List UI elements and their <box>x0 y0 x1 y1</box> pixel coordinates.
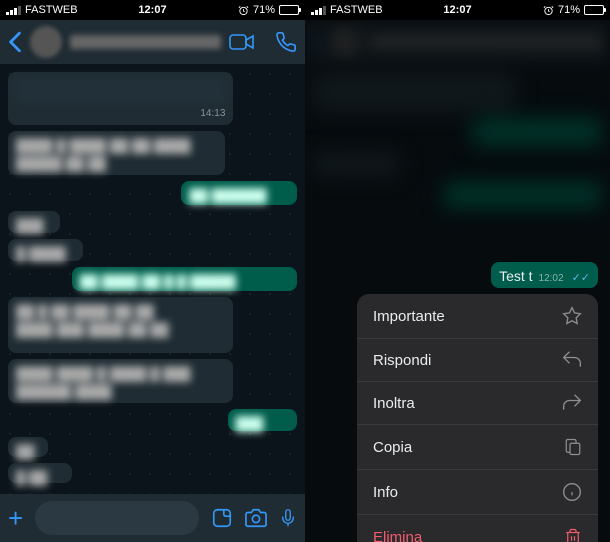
battery-icon <box>584 5 604 15</box>
battery-icon <box>279 5 299 15</box>
alarm-icon <box>543 5 554 16</box>
menu-item-reply[interactable]: Rispondi <box>357 339 598 382</box>
screen-left: FASTWEB 12:07 71% <box>0 0 305 542</box>
mic-button[interactable] <box>279 506 297 530</box>
signal-icon <box>6 6 21 15</box>
message-incoming[interactable]: █ ████ <box>8 239 83 261</box>
menu-label: Copia <box>373 439 412 456</box>
contact-name[interactable] <box>70 35 221 49</box>
attach-button[interactable]: + <box>8 503 23 534</box>
message-incoming[interactable]: ███ <box>8 211 60 233</box>
message-incoming[interactable]: ██ <box>8 437 48 457</box>
menu-item-forward[interactable]: Inoltra <box>357 382 598 425</box>
menu-label: Rispondi <box>373 352 431 369</box>
menu-item-copy[interactable]: Copia <box>357 425 598 470</box>
message-time: 14:13 <box>16 108 225 119</box>
alarm-icon <box>238 5 249 16</box>
menu-label: Elimina <box>373 529 422 542</box>
battery-pct: 71% <box>253 4 275 16</box>
chat-area[interactable]: 14:13 ████ █ ████ ██ ██ █████████ ██ ██ … <box>0 64 305 494</box>
star-icon <box>562 306 582 326</box>
clock: 12:07 <box>138 4 166 16</box>
message-incoming[interactable]: ████ █ ████ ██ ██ █████████ ██ ██ <box>8 131 225 175</box>
message-incoming[interactable]: 14:13 <box>8 72 233 125</box>
back-button[interactable] <box>8 31 22 53</box>
sticker-button[interactable] <box>211 507 233 529</box>
voice-call-button[interactable] <box>275 31 297 53</box>
carrier-label: FASTWEB <box>330 4 383 16</box>
carrier-label: FASTWEB <box>25 4 78 16</box>
reply-icon <box>562 351 582 369</box>
menu-label: Importante <box>373 308 445 325</box>
message-incoming[interactable]: █ ██ <box>8 463 72 483</box>
input-bar: + <box>0 494 305 542</box>
menu-item-info[interactable]: Info <box>357 470 598 515</box>
menu-label: Info <box>373 484 398 501</box>
screen-right: FASTWEB 12:07 71% ‹ Test t 12:02 ✓✓ <box>305 0 610 542</box>
context-menu: Importante Rispondi Inoltra Copia Info <box>357 294 598 542</box>
avatar[interactable] <box>30 26 62 58</box>
menu-item-delete[interactable]: Elimina <box>357 515 598 542</box>
chat-header <box>0 20 305 64</box>
forward-icon <box>562 394 582 412</box>
status-bar: FASTWEB 12:07 71% <box>305 0 610 20</box>
message-time: 12:02 <box>539 273 564 284</box>
menu-item-important[interactable]: Importante <box>357 294 598 339</box>
video-call-button[interactable] <box>229 33 255 51</box>
message-outgoing[interactable]: ███ <box>228 409 297 431</box>
message-incoming[interactable]: ██ █ ██ ████ ██ ██████ ███ ████ ██ ██ <box>8 297 233 353</box>
camera-button[interactable] <box>245 507 267 529</box>
battery-pct: 71% <box>558 4 580 16</box>
message-outgoing[interactable]: ██ ██████ <box>181 181 297 205</box>
message-text: Test t <box>499 268 532 284</box>
status-bar: FASTWEB 12:07 71% <box>0 0 305 20</box>
message-outgoing[interactable]: ██ ████ ██ █ █ █████ <box>72 267 297 291</box>
info-icon <box>562 482 582 502</box>
read-checks-icon: ✓✓ <box>572 271 590 284</box>
signal-icon <box>311 6 326 15</box>
message-input[interactable] <box>35 501 199 535</box>
copy-icon <box>564 437 582 457</box>
clock: 12:07 <box>443 4 471 16</box>
trash-icon <box>564 527 582 542</box>
menu-label: Inoltra <box>373 395 415 412</box>
selected-message[interactable]: Test t 12:02 ✓✓ <box>491 262 598 288</box>
message-incoming[interactable]: ████ ████ █ ████ █ █████████ ████ <box>8 359 233 403</box>
